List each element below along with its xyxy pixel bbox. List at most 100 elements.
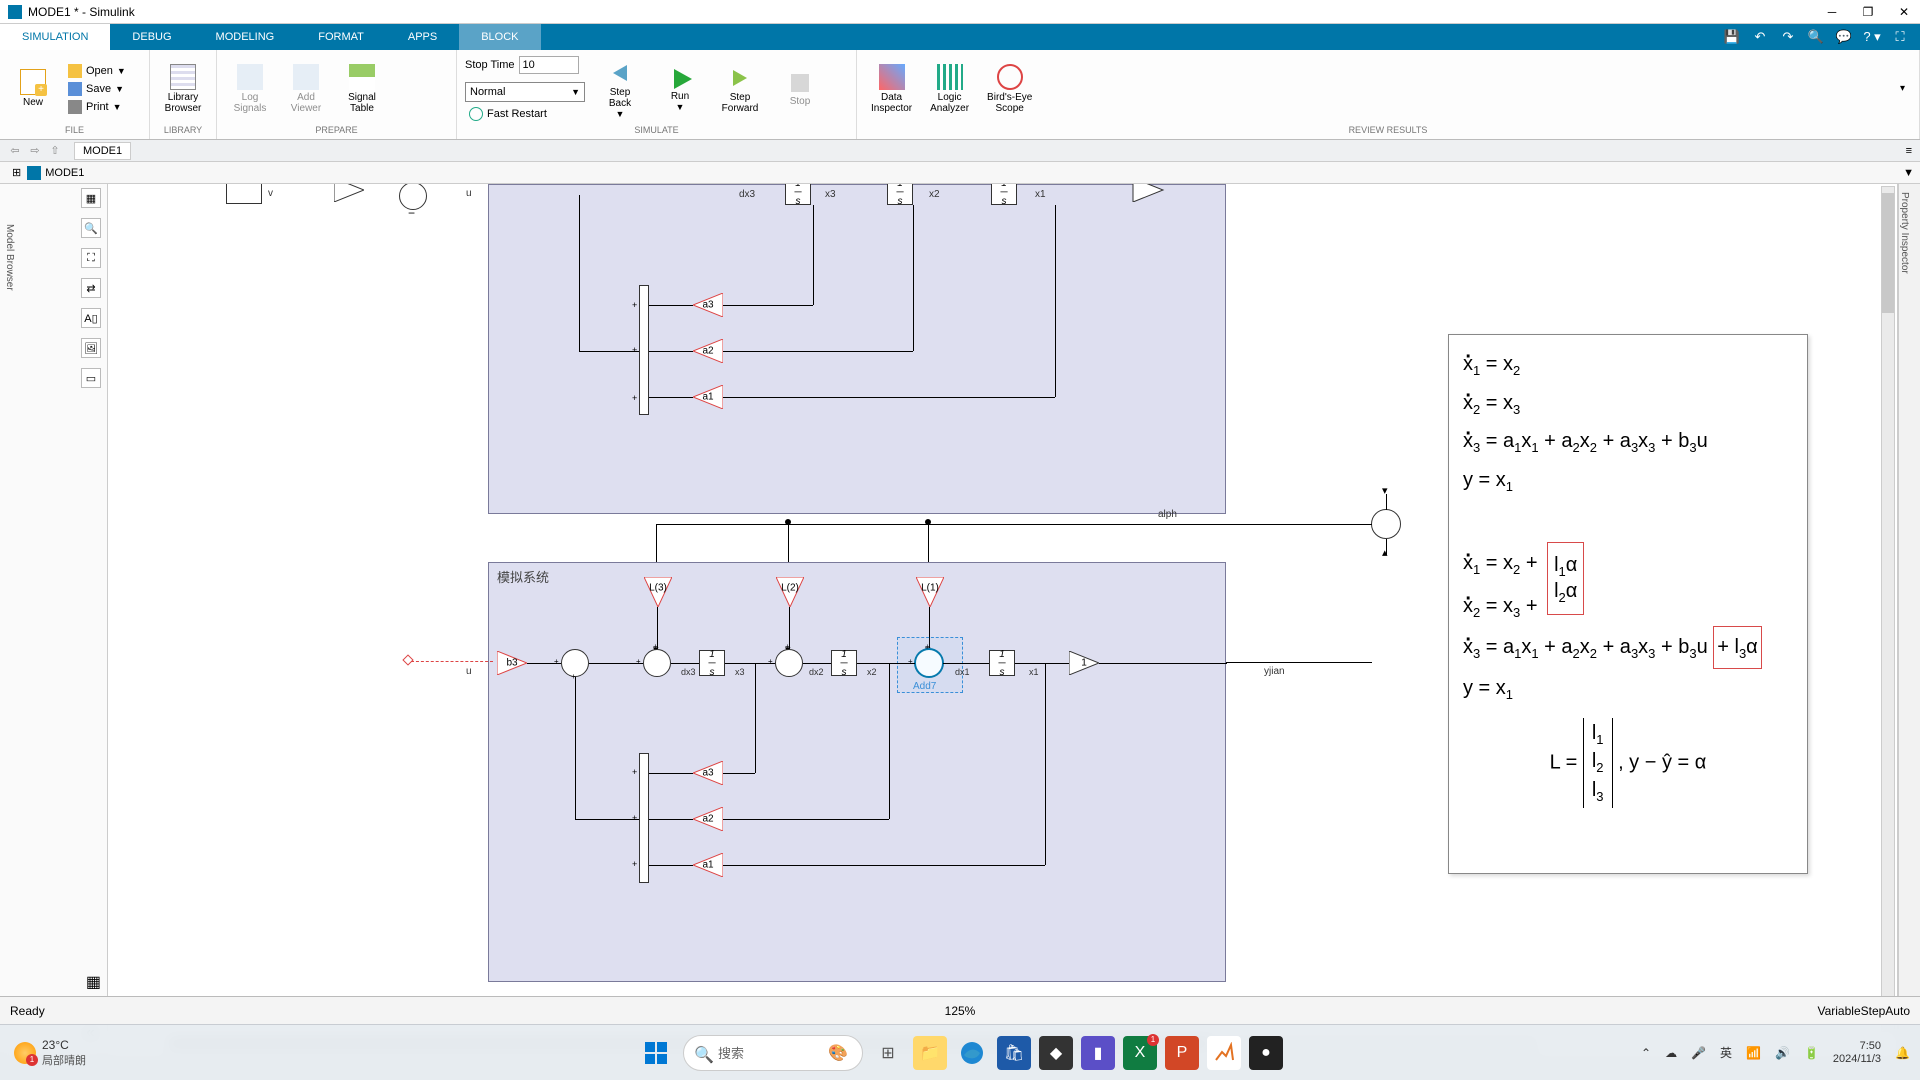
property-inspector-label[interactable]: Property Inspector: [1899, 184, 1910, 274]
tab-modeling[interactable]: MODELING: [194, 24, 297, 50]
volume-icon[interactable]: 🔊: [1775, 1046, 1790, 1060]
tray-chevron-icon[interactable]: ⌃: [1641, 1046, 1651, 1060]
weather-widget[interactable]: 1 23°C 局部晴朗: [14, 1038, 86, 1068]
model-tab[interactable]: MODE1: [45, 167, 84, 179]
matlab-icon[interactable]: [1207, 1036, 1241, 1070]
simulink-canvas[interactable]: dx3 1─s x3 1─s x2 1─s x1 + + + a3 a2 a1: [108, 184, 1898, 1052]
signal-table-button[interactable]: Signal Table: [337, 54, 387, 123]
breadcrumb[interactable]: MODE1: [74, 142, 131, 160]
excel-icon[interactable]: X1: [1123, 1036, 1157, 1070]
app3-icon[interactable]: ●: [1249, 1036, 1283, 1070]
gain-L1[interactable]: L(1): [916, 577, 944, 607]
undo-icon[interactable]: ↶: [1750, 27, 1770, 47]
mux-upper[interactable]: [639, 285, 649, 415]
subsystem-upper[interactable]: dx3 1─s x3 1─s x2 1─s x1 + + + a3 a2 a1: [488, 184, 1226, 514]
integrator-l2[interactable]: 1─s: [831, 650, 857, 676]
clock[interactable]: 7:50 2024/11/3: [1833, 1040, 1881, 1064]
stop-button[interactable]: Stop: [775, 54, 825, 123]
model-browser-label[interactable]: Model Browser: [4, 224, 15, 291]
logic-analyzer-button[interactable]: Logic Analyzer: [924, 54, 975, 123]
canvas-vscrollbar[interactable]: [1881, 186, 1895, 1032]
integrator-l1[interactable]: 1─s: [699, 650, 725, 676]
step-back-button[interactable]: Step Back▼: [595, 54, 645, 123]
wifi-icon[interactable]: 📶: [1746, 1046, 1761, 1060]
gain-a2-u[interactable]: a2: [693, 339, 723, 363]
solver-label[interactable]: VariableStepAuto: [1817, 1004, 1910, 1018]
app1-icon[interactable]: ◆: [1039, 1036, 1073, 1070]
stoptime-input[interactable]: [519, 56, 579, 74]
step-forward-button[interactable]: Step Forward: [715, 54, 765, 123]
vscroll-thumb[interactable]: [1882, 193, 1894, 313]
explorer-menu-icon[interactable]: ≡: [1906, 145, 1920, 157]
find-icon[interactable]: 🔍: [1806, 27, 1826, 47]
sum-l3[interactable]: [775, 649, 803, 677]
log-signals-button[interactable]: Log Signals: [225, 54, 275, 123]
edge-icon[interactable]: [955, 1036, 989, 1070]
gain-a3-u[interactable]: a3: [693, 293, 723, 317]
overview-icon[interactable]: ▦: [86, 972, 101, 992]
data-inspector-button[interactable]: Data Inspector: [865, 54, 918, 123]
gain-a1-l[interactable]: a1: [693, 853, 723, 877]
area-icon[interactable]: ▭: [81, 368, 101, 388]
gain-out-top[interactable]: [1128, 184, 1168, 202]
integrator-u1[interactable]: 1─s: [785, 184, 811, 205]
annotation-icon[interactable]: A▯: [81, 308, 101, 328]
onedrive-icon[interactable]: ☁: [1665, 1046, 1677, 1060]
gain-one[interactable]: 1: [1069, 651, 1099, 675]
nav-back-icon[interactable]: ⇦: [8, 144, 22, 158]
equation-annotation[interactable]: x1 = x2 x2 = x3 x3 = a1x1 + a2x2 + a3x3 …: [1448, 334, 1808, 874]
gain-L3[interactable]: L(3): [644, 577, 672, 607]
integrator-l3[interactable]: 1─s: [989, 650, 1015, 676]
sum-l2[interactable]: [643, 649, 671, 677]
sample-time-icon[interactable]: ⇄: [81, 278, 101, 298]
gain-b3-l[interactable]: b3: [497, 651, 527, 675]
battery-icon[interactable]: 🔋: [1804, 1046, 1819, 1060]
comment-icon[interactable]: 💬: [1834, 27, 1854, 47]
nav-up-icon[interactable]: ⇧: [48, 144, 62, 158]
gain-a3-l[interactable]: a3: [693, 761, 723, 785]
library-browser-button[interactable]: Library Browser: [158, 54, 208, 123]
fit-icon[interactable]: ⛶: [81, 248, 101, 268]
fast-restart-button[interactable]: Fast Restart: [465, 106, 585, 122]
save-qat-icon[interactable]: 💾: [1722, 27, 1742, 47]
maximize-button[interactable]: ❐: [1860, 4, 1876, 20]
right-sidebar[interactable]: Property Inspector: [1898, 184, 1920, 1052]
minimize-button[interactable]: ─: [1824, 4, 1840, 20]
birds-eye-button[interactable]: Bird's-Eye Scope: [981, 54, 1038, 123]
block-top-frag[interactable]: [226, 184, 262, 204]
gain-L2[interactable]: L(2): [776, 577, 804, 607]
subsystem-lower[interactable]: 模拟系统 L(3) L(2) L(1) ▾ ▾ ▾ b3 + + + + 1─s…: [488, 562, 1226, 982]
open-button[interactable]: Open▼: [64, 63, 130, 79]
close-button[interactable]: ✕: [1896, 4, 1912, 20]
app2-icon[interactable]: ▮: [1081, 1036, 1115, 1070]
taskview-icon[interactable]: ⊞: [871, 1036, 905, 1070]
explorer-icon[interactable]: 📁: [913, 1036, 947, 1070]
image-icon[interactable]: 🖼: [81, 338, 101, 358]
gain-a1-u[interactable]: a1: [693, 385, 723, 409]
tab-simulation[interactable]: SIMULATION: [0, 24, 110, 50]
redo-icon[interactable]: ↷: [1778, 27, 1798, 47]
print-button[interactable]: Print▼: [64, 99, 130, 115]
simulation-mode-select[interactable]: Normal▼: [465, 82, 585, 102]
start-button[interactable]: [637, 1034, 675, 1072]
add-viewer-button[interactable]: Add Viewer: [281, 54, 331, 123]
fullscreen-icon[interactable]: ⛶: [1890, 27, 1910, 47]
subtract-alpha[interactable]: [1371, 509, 1401, 539]
hide-show-icon[interactable]: ▦: [81, 188, 101, 208]
zoom-fit-icon[interactable]: 🔍: [81, 218, 101, 238]
nav-fwd-icon[interactable]: ⇨: [28, 144, 42, 158]
gain-top-frag[interactable]: [334, 184, 364, 202]
tab-dropdown-icon[interactable]: ▼: [1903, 167, 1914, 179]
tab-block[interactable]: BLOCK: [459, 24, 540, 50]
expand-button[interactable]: ▾: [1900, 83, 1911, 94]
zoom-level[interactable]: 125%: [945, 1004, 976, 1018]
tab-expand-icon[interactable]: ⊞: [6, 166, 27, 179]
mux-lower[interactable]: [639, 753, 649, 883]
tab-format[interactable]: FORMAT: [296, 24, 386, 50]
run-button[interactable]: Run▼: [655, 54, 705, 123]
integrator-u2[interactable]: 1─s: [887, 184, 913, 205]
gain-a2-l[interactable]: a2: [693, 807, 723, 831]
new-button[interactable]: New: [8, 54, 58, 123]
store-icon[interactable]: 🛍: [997, 1036, 1031, 1070]
powerpoint-icon[interactable]: P: [1165, 1036, 1199, 1070]
